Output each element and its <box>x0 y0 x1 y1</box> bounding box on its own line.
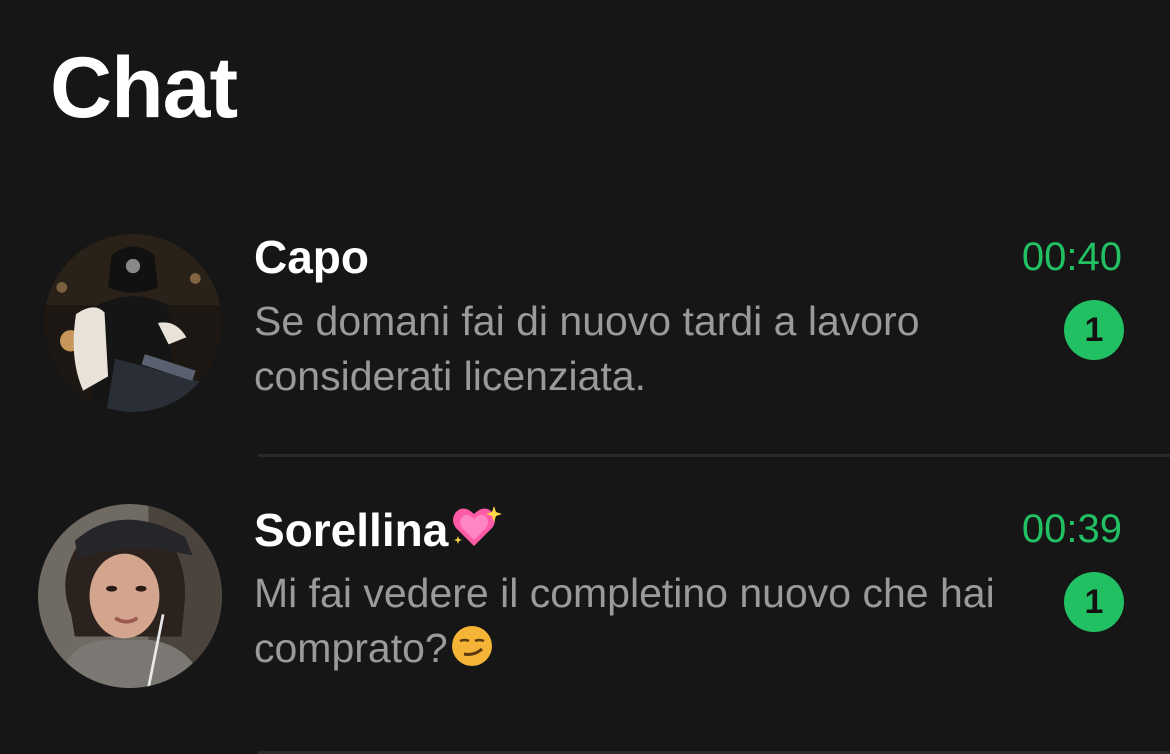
smirking-face-icon <box>450 624 494 682</box>
chat-time: 00:39 <box>1021 507 1122 551</box>
chat-preview: Se domani fai di nuovo tardi a lavoro co… <box>254 298 920 399</box>
unread-badge: 1 <box>1064 300 1124 360</box>
chat-preview: Mi fai vedere il completino nuovo che ha… <box>254 566 1044 682</box>
chat-list: Capo 00:40 Se domani fai di nuovo tardi … <box>0 210 1170 754</box>
divider <box>258 454 1170 457</box>
chat-row-sorellina[interactable]: Sorellina 00:39 Mi fai vedere il complet… <box>0 482 1170 754</box>
chat-preview-text: Mi fai vedere il completino nuovo che ha… <box>254 570 995 671</box>
unread-badge: 1 <box>1064 572 1124 632</box>
page-title: Chat <box>50 40 238 136</box>
chat-time: 00:40 <box>1021 235 1122 279</box>
avatar[interactable] <box>44 234 222 412</box>
chat-name-text: Capo <box>254 231 369 283</box>
sparkling-heart-icon <box>450 502 503 561</box>
chat-name: Capo <box>254 230 369 284</box>
avatar-photo <box>44 234 222 412</box>
chat-name-text: Sorellina <box>254 504 449 556</box>
avatar-photo <box>38 504 222 688</box>
chat-row-capo[interactable]: Capo 00:40 Se domani fai di nuovo tardi … <box>0 210 1170 482</box>
chat-name: Sorellina <box>254 502 503 561</box>
avatar[interactable] <box>38 504 222 688</box>
